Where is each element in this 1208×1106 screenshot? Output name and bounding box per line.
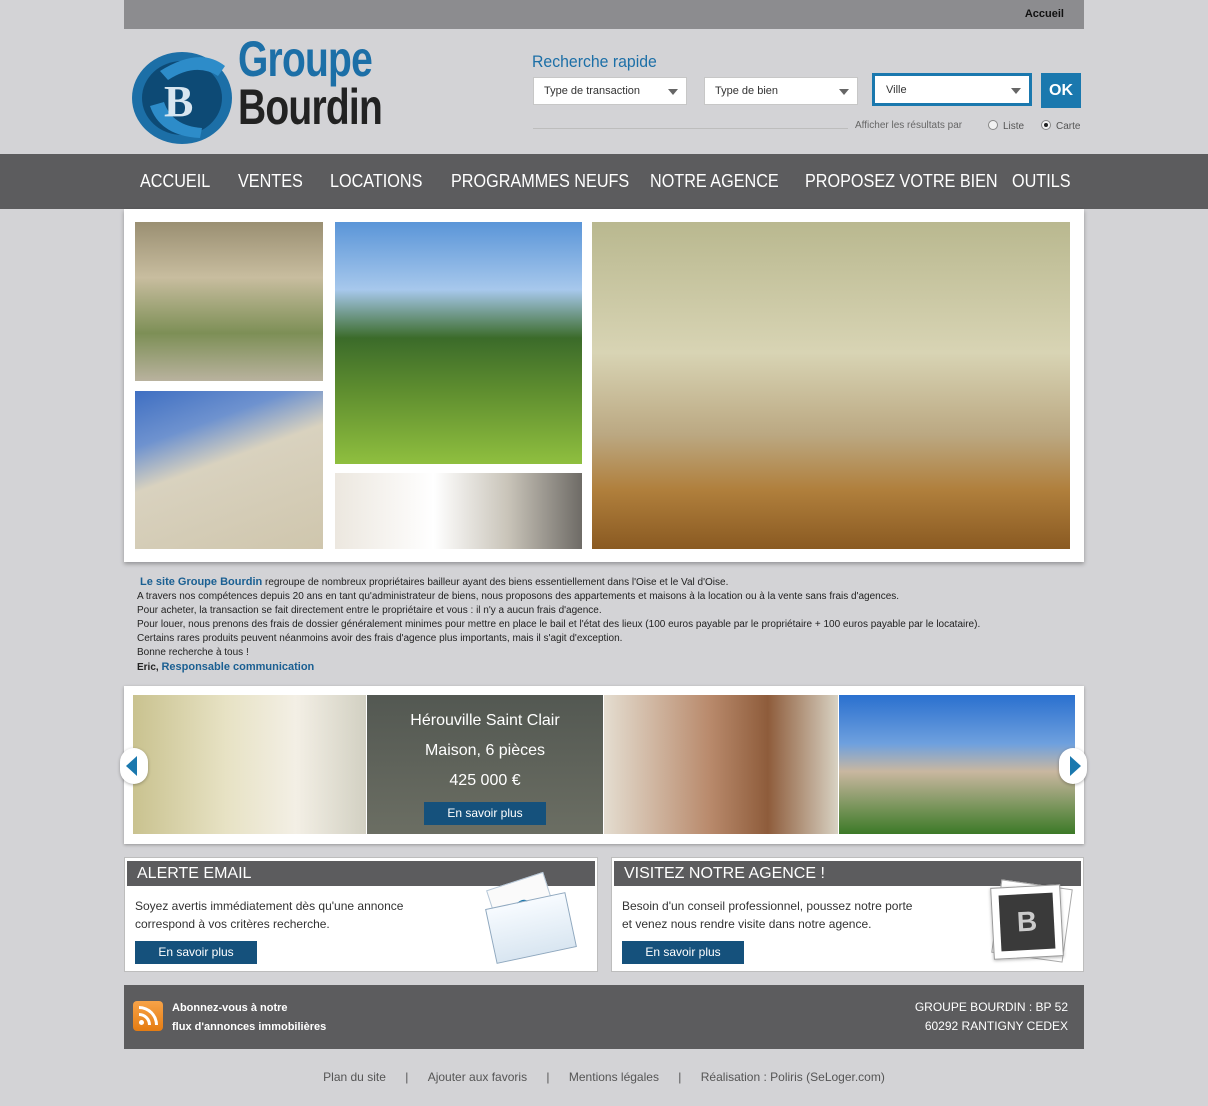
city-select[interactable]: Ville	[872, 73, 1032, 106]
intro-text: Le site Groupe Bourdin regroupe de nombr…	[137, 575, 1077, 675]
listing-city: Hérouville Saint Clair	[410, 712, 560, 729]
logo[interactable]: B Groupe Bourdin	[130, 31, 420, 151]
arrow-right-icon[interactable]	[1059, 748, 1087, 784]
credits-link[interactable]: Réalisation : Poliris (SeLoger.com)	[701, 1070, 885, 1084]
separator: |	[405, 1070, 409, 1084]
intro-line1: regroupe de nombreux propriétaires baill…	[262, 577, 729, 588]
display-map-label: Carte	[1056, 121, 1081, 132]
radio-checked-icon	[1041, 120, 1051, 130]
carousel-photo[interactable]	[839, 695, 1075, 834]
gallery-photo-entrance	[135, 222, 323, 381]
gallery-photo-facade	[135, 391, 323, 549]
chevron-down-icon	[839, 89, 849, 95]
main-nav: ACCUEIL VENTES LOCATIONS PROGRAMMES NEUF…	[0, 154, 1208, 209]
intro-line3: Pour acheter, la transaction se fait dir…	[137, 605, 602, 616]
listing-type: Maison, 6 pièces	[424, 742, 546, 759]
signature-role[interactable]: Responsable communication	[161, 661, 314, 673]
property-type-value: Type de bien	[715, 85, 778, 97]
photo-gallery	[124, 209, 1084, 562]
quick-search-title: Recherche rapide	[532, 52, 657, 71]
carousel-photo[interactable]	[604, 695, 838, 834]
sitemap-link[interactable]: Plan du site	[323, 1070, 386, 1084]
svg-text:B: B	[164, 77, 193, 126]
top-bar: Accueil	[124, 0, 1084, 29]
property-type-select[interactable]: Type de bien	[704, 77, 858, 105]
separator: |	[546, 1070, 550, 1084]
nav-item-accueil[interactable]: ACCUEIL	[140, 171, 210, 192]
rss-line2: flux d'annonces immobilières	[172, 1021, 327, 1033]
chevron-down-icon	[668, 89, 678, 95]
footer: Abonnez-vous à notre flux d'annonces imm…	[124, 985, 1084, 1049]
gallery-photo-living	[335, 473, 582, 549]
rss-line1: Abonnez-vous à notre	[172, 1002, 288, 1014]
signature-name: Eric,	[137, 662, 159, 673]
nav-item-outils[interactable]: OUTILS	[1012, 171, 1071, 192]
display-list-radio[interactable]: Liste	[988, 120, 1024, 132]
photo-badge-icon: B	[990, 879, 1073, 963]
nav-item-ventes[interactable]: VENTES	[238, 171, 303, 192]
email-alert-text: Soyez avertis immédiatement dès qu'une a…	[135, 899, 404, 931]
radio-icon	[988, 120, 998, 130]
visit-agency-text: Besoin d'un conseil professionnel, pouss…	[622, 899, 913, 931]
agency-address: GROUPE BOURDIN : BP 52 60292 RANTIGNY CE…	[915, 998, 1068, 1036]
visit-agency-more-button[interactable]: En savoir plus	[622, 941, 744, 964]
intro-line2: A travers nos compétences depuis 20 ans …	[137, 591, 900, 602]
nav-item-notre-agence[interactable]: NOTRE AGENCE	[650, 171, 779, 192]
transaction-type-value: Type de transaction	[544, 85, 641, 97]
listing-carousel: Hérouville Saint Clair Maison, 6 pièces …	[124, 686, 1084, 844]
nav-item-programmes-neufs[interactable]: PROGRAMMES NEUFS	[451, 171, 629, 192]
display-list-label: Liste	[1003, 121, 1025, 132]
listing-more-button[interactable]: En savoir plus	[424, 802, 546, 825]
logo-emblem-icon: B	[132, 52, 232, 144]
gallery-photo-lounge	[592, 222, 1070, 549]
chevron-down-icon	[1011, 88, 1021, 94]
rss-subscribe-link[interactable]: Abonnez-vous à notre flux d'annonces imm…	[172, 999, 326, 1037]
intro-line6: Bonne recherche à tous !	[137, 647, 249, 658]
email-alert-more-button[interactable]: En savoir plus	[135, 941, 257, 964]
envelope-icon: @	[482, 871, 582, 964]
intro-line5: Certains rares produits peuvent néanmoin…	[137, 633, 623, 644]
address-line2: 60292 RANTIGNY CEDEX	[924, 1019, 1068, 1033]
email-alert-box: ALERTE EMAIL Soyez avertis immédiatement…	[124, 857, 598, 972]
bottom-links: Plan du site | Ajouter aux favoris | Men…	[0, 1070, 1208, 1084]
logo-line2: Bourdin	[238, 78, 383, 135]
address-line1: GROUPE BOURDIN : BP 52	[914, 1000, 1068, 1014]
visit-agency-box: VISITEZ NOTRE AGENCE ! Besoin d'un conse…	[611, 857, 1084, 972]
intro-highlight: Le site Groupe Bourdin	[140, 576, 263, 588]
legal-link[interactable]: Mentions légales	[569, 1070, 659, 1084]
gallery-photo-garden	[335, 222, 582, 464]
display-map-radio[interactable]: Carte	[1041, 120, 1080, 132]
city-value: Ville	[886, 84, 907, 96]
separator: |	[678, 1070, 682, 1084]
nav-item-proposez-votre-bien[interactable]: PROPOSEZ VOTRE BIEN	[805, 171, 998, 192]
top-home-link[interactable]: Accueil	[1025, 8, 1064, 20]
carousel-photo[interactable]	[133, 695, 366, 834]
favorites-link[interactable]: Ajouter aux favoris	[428, 1070, 527, 1084]
divider	[533, 128, 848, 129]
nav-item-locations[interactable]: LOCATIONS	[330, 171, 422, 192]
search-ok-button[interactable]: OK	[1041, 73, 1081, 108]
display-mode-label: Afficher les résultats par	[855, 120, 963, 131]
transaction-type-select[interactable]: Type de transaction	[533, 77, 687, 105]
carousel-featured-listing[interactable]: Hérouville Saint Clair Maison, 6 pièces …	[367, 695, 603, 834]
listing-price: 425 000 €	[449, 772, 521, 789]
arrow-left-icon[interactable]	[120, 748, 148, 784]
logo-line1: Groupe	[238, 31, 373, 87]
intro-line4: Pour louer, nous prenons des frais de do…	[137, 619, 981, 630]
rss-icon[interactable]	[133, 1001, 163, 1031]
